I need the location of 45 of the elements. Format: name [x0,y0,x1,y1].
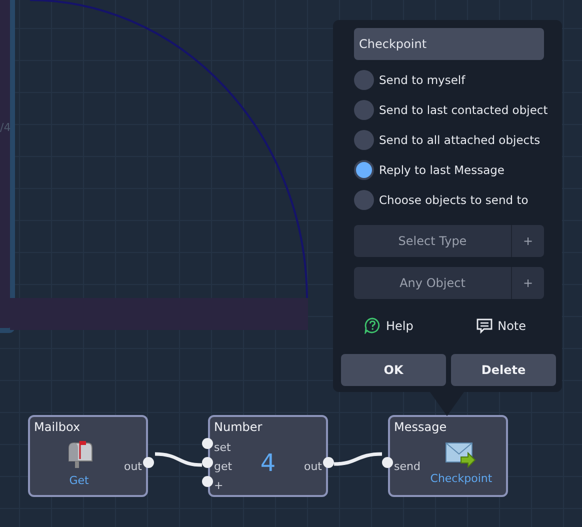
port-label: send [394,460,420,473]
node-card[interactable]: Number set get + 4 out [208,415,328,497]
radio-button[interactable] [354,100,374,120]
link-button[interactable]: Note [476,317,526,334]
help-icon [364,317,381,334]
node-title: Message [394,419,447,435]
port-dot[interactable] [323,457,334,468]
option-label[interactable]: Reply to last Message [379,163,505,177]
add-button[interactable]: + [512,267,544,299]
node-title: Mailbox [34,419,80,435]
select-dropdown[interactable]: Any Object [354,267,512,299]
port-dot[interactable] [202,476,213,487]
envelope-arrow-icon [445,442,478,468]
node-card[interactable]: Message send Checkpoint [388,415,508,497]
option-label[interactable]: Send to last contacted object [379,103,548,117]
radio-button[interactable] [354,130,374,150]
node-caption[interactable]: Checkpoint [430,472,492,484]
number-value: 4 [260,449,276,477]
port-label: out [124,460,142,473]
radio-button[interactable] [354,190,374,210]
option-label[interactable]: Choose objects to send to [379,193,528,207]
dialog-button[interactable]: OK [341,354,446,386]
port-dot[interactable] [202,438,213,449]
dialog-button[interactable]: Delete [451,354,556,386]
option-label[interactable]: Send to myself [379,73,466,87]
radio-button[interactable] [354,160,374,180]
port-dot[interactable] [143,457,154,468]
option-label[interactable]: Send to all attached objects [379,133,540,147]
node-card[interactable]: Mailbox Get out [28,415,148,497]
radio-button[interactable] [354,70,374,90]
wire [154,452,202,467]
link-button[interactable]: Help [364,317,414,334]
name-field[interactable]: Checkpoint [354,28,544,60]
select-dropdown[interactable]: Select Type [354,225,512,257]
wire [334,452,382,466]
add-button[interactable]: + [512,225,544,257]
port-label: + [214,479,224,492]
port-dot[interactable] [202,457,213,468]
port-label: out [304,460,322,473]
node-caption[interactable]: Get [69,474,89,486]
port-label: set [214,441,231,454]
node-title: Number [214,419,262,435]
port-dot[interactable] [382,457,393,468]
note-icon [476,318,493,334]
port-label: get [214,460,232,473]
